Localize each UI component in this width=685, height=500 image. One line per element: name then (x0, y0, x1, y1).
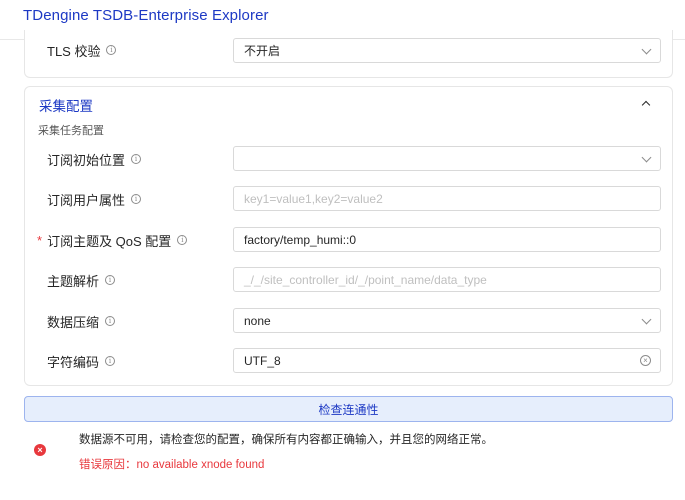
tls-select-value: 不开启 (244, 44, 281, 58)
chevron-down-icon (641, 44, 652, 55)
check-connectivity-button[interactable]: 检查连通性 (24, 396, 673, 422)
encoding-label: 字符编码 i (47, 349, 116, 373)
sub-init-position-select[interactable] (233, 146, 661, 171)
chevron-up-icon[interactable] (641, 100, 651, 110)
topic-parse-input[interactable]: _/_/site_controller_id/_/point_name/data… (233, 267, 661, 292)
info-icon[interactable]: i (177, 235, 188, 245)
info-icon[interactable]: i (105, 275, 116, 285)
tls-label: TLS 校验 i (47, 38, 117, 62)
encoding-select[interactable]: UTF_8 × (233, 348, 661, 373)
sub-topic-qos-input[interactable]: factory/temp_humi::0 (233, 227, 661, 252)
required-mark: * (37, 232, 43, 248)
info-icon[interactable]: i (131, 194, 142, 204)
label-text: 订阅主题及 QoS 配置 (47, 233, 172, 249)
label-text: 主题解析 (47, 273, 100, 289)
collect-config-card: 采集配置 采集任务配置 订阅初始位置 i 订阅用户属性 i key1=value… (24, 86, 673, 386)
select-value: none (244, 313, 271, 328)
section-title: 采集配置 (39, 99, 93, 114)
chevron-down-icon (641, 152, 652, 163)
info-icon[interactable]: i (105, 356, 116, 366)
compression-select[interactable]: none (233, 308, 661, 333)
tls-select[interactable]: 不开启 (233, 38, 661, 63)
topic-parse-label: 主题解析 i (47, 268, 116, 292)
info-icon[interactable]: i (131, 154, 142, 164)
select-value: UTF_8 (244, 353, 281, 368)
error-reason: 错误原因：no available xnode found (79, 459, 265, 471)
compression-label: 数据压缩 i (47, 309, 116, 333)
input-value: factory/temp_humi::0 (244, 232, 357, 247)
sub-topic-qos-label: * 订阅主题及 QoS 配置 i (37, 228, 188, 252)
error-icon: × (34, 444, 46, 456)
info-icon[interactable]: i (106, 45, 117, 55)
label-text: 订阅用户属性 (47, 192, 126, 208)
sub-user-props-label: 订阅用户属性 i (47, 187, 142, 211)
label-text: 字符编码 (47, 354, 100, 370)
clear-icon[interactable]: × (640, 355, 651, 366)
info-icon[interactable]: i (105, 316, 116, 326)
sub-init-position-label: 订阅初始位置 i (47, 147, 142, 171)
app-title: TDengine TSDB-Enterprise Explorer (23, 7, 269, 24)
label-text: 数据压缩 (47, 314, 100, 330)
input-placeholder: _/_/site_controller_id/_/point_name/data… (244, 272, 487, 287)
input-placeholder: key1=value1,key2=value2 (244, 191, 383, 206)
error-message: 数据源不可用，请检查您的配置，确保所有内容都正确输入，并且您的网络正常。 (79, 434, 493, 446)
sub-user-props-input[interactable]: key1=value1,key2=value2 (233, 186, 661, 211)
section-subtitle: 采集任务配置 (38, 125, 104, 137)
tls-label-text: TLS 校验 (47, 43, 101, 59)
chevron-down-icon (641, 314, 652, 325)
label-text: 订阅初始位置 (47, 152, 126, 168)
tls-card: TLS 校验 i 不开启 (24, 30, 673, 78)
